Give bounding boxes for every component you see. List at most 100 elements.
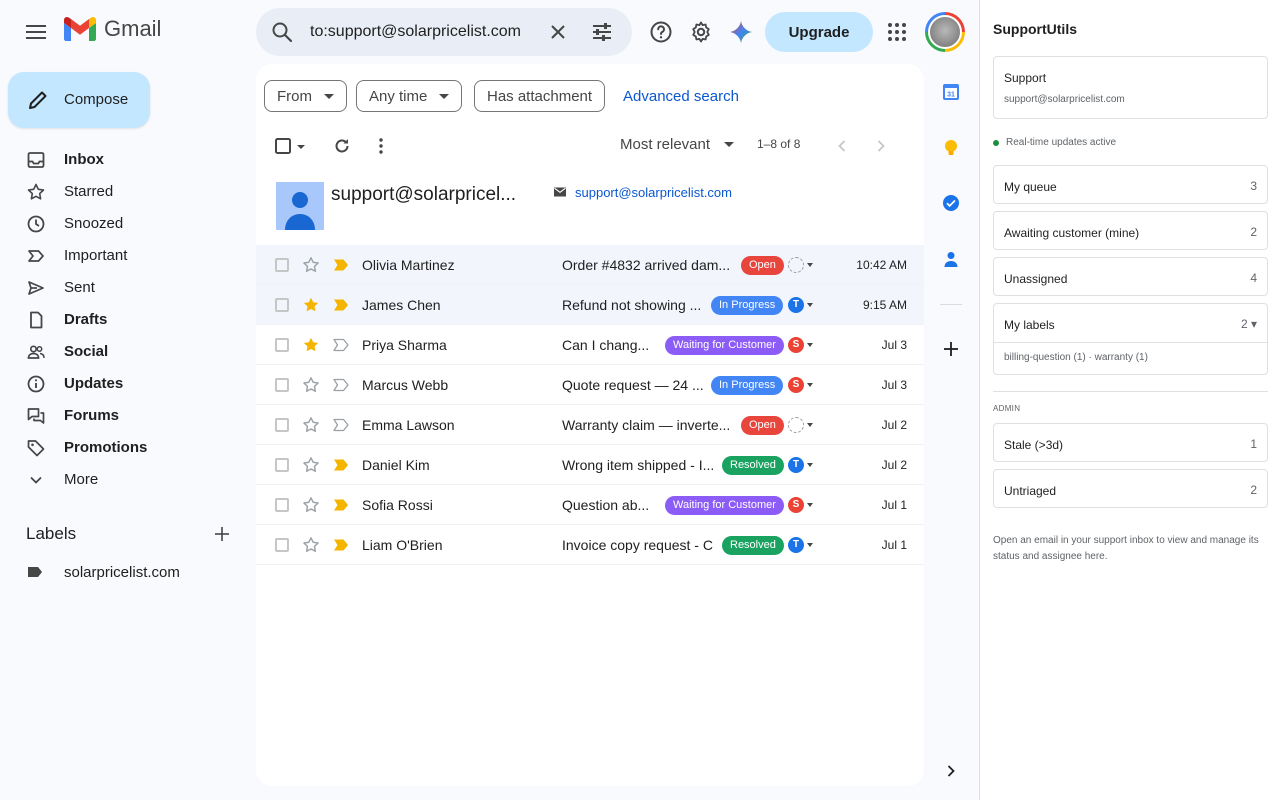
row-checkbox[interactable]	[275, 498, 289, 512]
my-labels-box[interactable]: My labels 2 ▾ billing-question (1) · war…	[993, 303, 1268, 375]
row-checkbox[interactable]	[275, 418, 289, 432]
sidebar-item-promotions[interactable]: Promotions	[16, 431, 248, 463]
sidebar-item-updates[interactable]: Updates	[16, 367, 248, 399]
assignee-dropdown-icon[interactable]	[807, 543, 813, 547]
sidebar-item-starred[interactable]: Starred	[16, 175, 248, 207]
next-page-icon[interactable]	[871, 136, 891, 156]
add-addon-icon[interactable]	[942, 340, 960, 358]
search-icon[interactable]	[270, 20, 294, 44]
assignee-avatar[interactable]: S	[788, 377, 804, 393]
my-labels-count[interactable]: 2 ▾	[1241, 317, 1257, 331]
star-icon[interactable]	[302, 256, 320, 274]
not-important-marker-icon[interactable]	[333, 338, 349, 352]
status-badge[interactable]: Waiting for Customer	[665, 336, 784, 355]
email-row[interactable]: Priya Sharma Can I chang... Waiting for Cu…	[256, 325, 924, 365]
important-marker-icon[interactable]	[333, 298, 349, 312]
email-row[interactable]: Daniel Kim Wrong item shipped - I... Resol…	[256, 445, 924, 485]
row-checkbox[interactable]	[275, 258, 289, 272]
tasks-check-icon[interactable]	[942, 194, 960, 212]
account-avatar[interactable]	[925, 12, 965, 52]
add-label-icon[interactable]	[212, 524, 232, 544]
gmail-logo[interactable]: Gmail	[64, 16, 161, 42]
select-dropdown-icon[interactable]	[294, 136, 308, 156]
upgrade-button[interactable]: Upgrade	[765, 12, 873, 52]
admin-stale[interactable]: Stale (>3d) 1	[993, 423, 1268, 462]
search-bar[interactable]	[256, 8, 632, 56]
assignee-avatar[interactable]: T	[788, 457, 804, 473]
email-row[interactable]: Olivia Martinez Order #4832 arrived dam..…	[256, 245, 924, 285]
assignee-dropdown-icon[interactable]	[807, 383, 813, 387]
sidebar-item-social[interactable]: Social	[16, 335, 248, 367]
unassigned-avatar-icon[interactable]	[788, 417, 804, 433]
filter-has-attachment-chip[interactable]: Has attachment	[474, 80, 606, 112]
admin-untriaged[interactable]: Untriaged 2	[993, 469, 1268, 508]
status-badge[interactable]: Waiting for Customer	[665, 496, 784, 515]
assignee-avatar[interactable]: T	[788, 297, 804, 313]
sort-dropdown[interactable]: Most relevant	[620, 136, 735, 153]
email-row[interactable]: James Chen Refund not showing ... In Progr…	[256, 285, 924, 325]
more-vert-icon[interactable]	[371, 136, 391, 156]
not-important-marker-icon[interactable]	[333, 418, 349, 432]
assignee-dropdown-icon[interactable]	[807, 503, 813, 507]
queue-unassigned[interactable]: Unassigned 4	[993, 257, 1268, 296]
assignee-dropdown-icon[interactable]	[807, 303, 813, 307]
select-all-checkbox-icon[interactable]	[273, 136, 293, 156]
star-filled-icon[interactable]	[302, 296, 320, 314]
sidebar-item-more[interactable]: More	[16, 463, 248, 495]
filter-from-chip[interactable]: From	[264, 80, 347, 112]
keep-bulb-icon[interactable]	[942, 139, 960, 157]
assignee-dropdown-icon[interactable]	[807, 463, 813, 467]
sidebar-item-snoozed[interactable]: Snoozed	[16, 207, 248, 239]
row-checkbox[interactable]	[275, 378, 289, 392]
important-marker-icon[interactable]	[333, 538, 349, 552]
assignee-avatar[interactable]: T	[788, 537, 804, 553]
contact-email-link[interactable]: support@solarpricelist.com	[575, 185, 732, 200]
clear-search-icon[interactable]	[546, 20, 570, 44]
apps-grid-icon[interactable]	[885, 20, 909, 44]
email-row[interactable]: Sofia Rossi Question ab... Waiting for Cus…	[256, 485, 924, 525]
assignee-avatar[interactable]: S	[788, 497, 804, 513]
calendar-icon[interactable]: 31	[942, 83, 960, 101]
prev-page-icon[interactable]	[832, 136, 852, 156]
status-badge[interactable]: Resolved	[722, 456, 784, 475]
gemini-sparkle-icon[interactable]	[729, 20, 753, 44]
queue-my-queue[interactable]: My queue 3	[993, 165, 1268, 204]
status-badge[interactable]: Open	[741, 256, 784, 275]
assignee-dropdown-icon[interactable]	[807, 263, 813, 267]
row-checkbox[interactable]	[275, 298, 289, 312]
email-row[interactable]: Marcus Webb Quote request — 24 ... In Prog…	[256, 365, 924, 405]
contact-avatar[interactable]	[276, 182, 324, 230]
main-menu-button[interactable]	[22, 18, 50, 46]
unassigned-avatar-icon[interactable]	[788, 257, 804, 273]
status-badge[interactable]: In Progress	[711, 296, 784, 315]
star-icon[interactable]	[302, 536, 320, 554]
important-marker-icon[interactable]	[333, 498, 349, 512]
email-row[interactable]: Liam O'Brien Invoice copy request - C Reso…	[256, 525, 924, 565]
assignee-dropdown-icon[interactable]	[807, 343, 813, 347]
star-filled-icon[interactable]	[302, 336, 320, 354]
filter-any-time-chip[interactable]: Any time	[356, 80, 463, 112]
queue-awaiting-customer[interactable]: Awaiting customer (mine) 2	[993, 211, 1268, 250]
sidebar-item-forums[interactable]: Forums	[16, 399, 248, 431]
inbox-selector[interactable]: Support support@solarpricelist.com	[993, 56, 1268, 119]
contact-name[interactable]: support@solarpricel...	[331, 184, 516, 206]
important-marker-icon[interactable]	[333, 258, 349, 272]
email-row[interactable]: Emma Lawson Warranty claim — inverte... Op…	[256, 405, 924, 445]
star-icon[interactable]	[302, 376, 320, 394]
sidebar-item-drafts[interactable]: Drafts	[16, 303, 248, 335]
compose-button[interactable]: Compose	[8, 72, 150, 128]
not-important-marker-icon[interactable]	[333, 378, 349, 392]
gear-icon[interactable]	[689, 20, 713, 44]
assignee-dropdown-icon[interactable]	[807, 423, 813, 427]
row-checkbox[interactable]	[275, 458, 289, 472]
important-marker-icon[interactable]	[333, 458, 349, 472]
status-badge[interactable]: Resolved	[722, 536, 784, 555]
search-input[interactable]	[310, 18, 540, 46]
refresh-icon[interactable]	[332, 136, 352, 156]
star-icon[interactable]	[302, 496, 320, 514]
chevron-right-icon[interactable]	[942, 762, 960, 780]
row-checkbox[interactable]	[275, 338, 289, 352]
sidebar-item-sent[interactable]: Sent	[16, 271, 248, 303]
advanced-search-link[interactable]: Advanced search	[623, 88, 739, 105]
contacts-person-icon[interactable]	[942, 250, 960, 268]
